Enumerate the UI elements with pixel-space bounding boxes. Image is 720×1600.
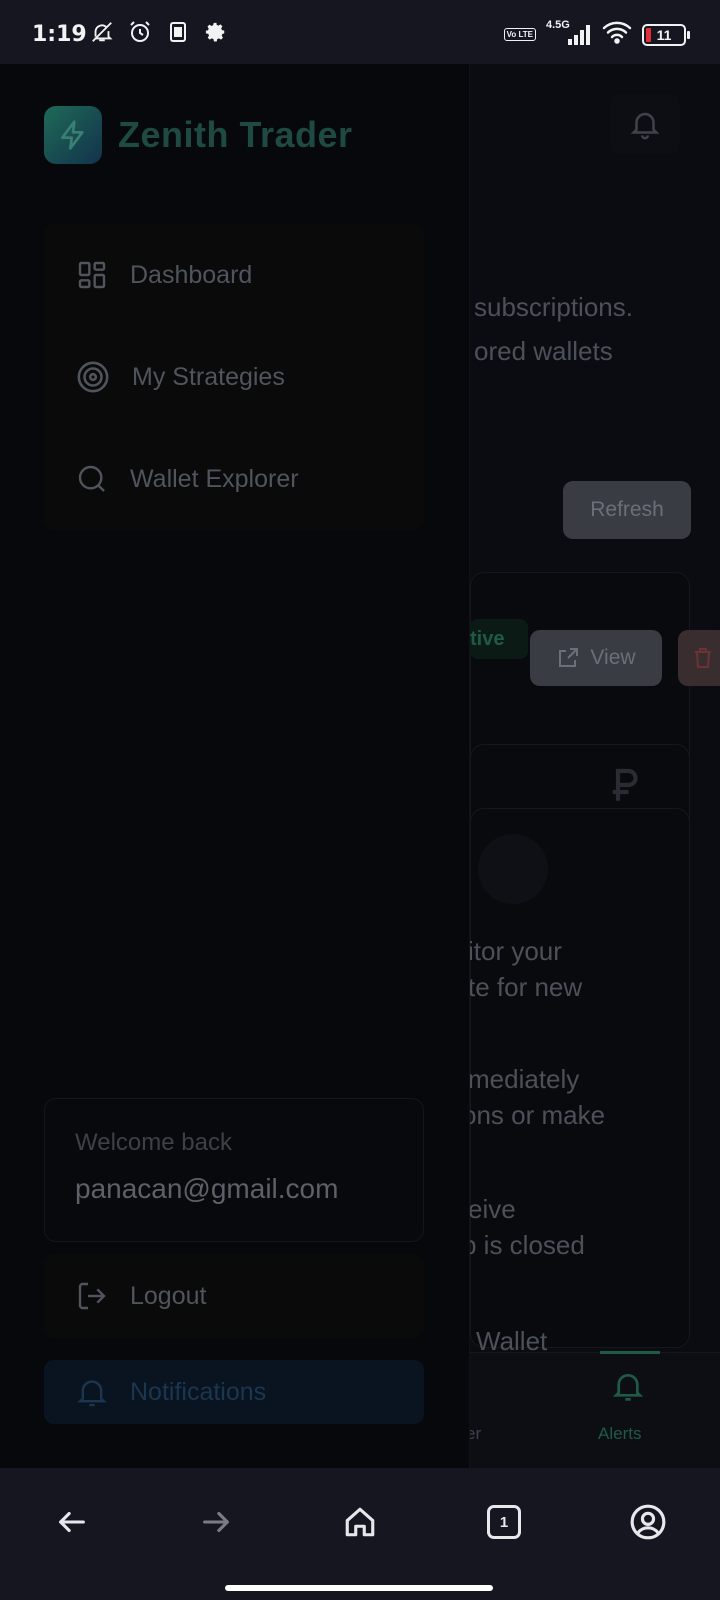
profile-button[interactable] xyxy=(626,1500,670,1544)
brand-name: Zenith Trader xyxy=(118,114,353,155)
status-time: 1:19 xyxy=(32,22,87,47)
bg-view-label: View xyxy=(590,646,636,669)
menu-item-wallet-explorer[interactable]: Wallet Explorer xyxy=(44,428,424,530)
alarm-icon xyxy=(128,20,152,44)
menu-item-label: My Strategies xyxy=(132,362,285,391)
home-button[interactable] xyxy=(338,1500,382,1544)
bg-text-line: te for new xyxy=(468,972,583,1002)
trash-icon xyxy=(695,648,711,668)
browser-bottom-bar: 1 xyxy=(0,1468,720,1600)
battery-indicator: 11 xyxy=(642,23,690,46)
forward-button[interactable] xyxy=(194,1500,238,1544)
bg-delete-button xyxy=(678,630,720,686)
bg-text-line: p is closed xyxy=(462,1230,585,1260)
logout-label: Logout xyxy=(130,1281,207,1310)
menu-item-dashboard[interactable]: Dashboard xyxy=(44,224,424,326)
bg-dollar-icon xyxy=(604,764,646,811)
logout-button[interactable]: Logout xyxy=(44,1254,424,1338)
welcome-label: Welcome back xyxy=(75,1129,232,1156)
bell-icon xyxy=(77,1380,107,1407)
sim-icon xyxy=(166,20,190,44)
user-email: panacan@gmail.com xyxy=(75,1173,339,1204)
bg-view-button: View xyxy=(530,630,662,686)
wifi-icon xyxy=(602,20,632,49)
app-logo xyxy=(44,106,102,164)
volte-badge: Vo LTE xyxy=(503,28,536,41)
status-bar: 1:19 Vo LTE 4.5G 11 xyxy=(0,0,720,64)
signal-icon: 4.5G xyxy=(546,19,592,47)
navigation-drawer: Zenith Trader Dashboard My Strategies Wa… xyxy=(0,64,470,1468)
bg-nav-alerts-label: Alerts xyxy=(598,1424,642,1443)
bg-refresh-button: Refresh xyxy=(563,481,691,539)
arrow-left-icon xyxy=(59,1511,85,1533)
bg-bottom-nav xyxy=(470,1352,720,1468)
account-icon xyxy=(630,1504,666,1540)
back-button[interactable] xyxy=(50,1500,94,1544)
home-icon xyxy=(345,1507,375,1537)
logout-icon xyxy=(78,1282,106,1310)
drawer-menu: Dashboard My Strategies Wallet Explorer xyxy=(44,224,424,530)
bg-avatar xyxy=(478,834,548,904)
bg-text-line: subscriptions. xyxy=(474,292,633,322)
bg-text-line: itor your xyxy=(468,936,562,966)
mute-bell-icon xyxy=(90,20,114,44)
lightning-icon xyxy=(61,120,84,150)
target-icon xyxy=(77,361,109,393)
gesture-home-indicator[interactable] xyxy=(225,1585,493,1591)
tabs-button[interactable]: 1 xyxy=(482,1500,526,1544)
bg-bell-button xyxy=(610,94,680,154)
notifications-button[interactable]: Notifications xyxy=(44,1360,424,1424)
search-icon xyxy=(78,465,105,492)
menu-item-label: Dashboard xyxy=(130,260,253,289)
bg-text-line: mediately xyxy=(468,1064,580,1094)
menu-item-my-strategies[interactable]: My Strategies xyxy=(44,326,424,428)
bg-active-badge: tive xyxy=(470,619,528,659)
tab-count: 1 xyxy=(487,1505,521,1539)
grid-icon xyxy=(78,261,106,289)
external-link-icon xyxy=(559,648,579,667)
bg-active-tab-indicator xyxy=(600,1351,660,1354)
battery-level: 11 xyxy=(656,26,672,43)
menu-item-label: Wallet Explorer xyxy=(130,464,299,493)
bg-text-line: ored wallets xyxy=(474,336,613,366)
arrow-right-icon xyxy=(203,1511,229,1533)
settings-gear-icon xyxy=(204,20,228,44)
bg-text-line: eive xyxy=(468,1194,516,1224)
bg-text-line: ons or make xyxy=(462,1100,606,1130)
notifications-label: Notifications xyxy=(130,1377,267,1406)
user-card: Welcome back panacan@gmail.com xyxy=(44,1098,424,1242)
bg-alerts-bell-icon xyxy=(612,1368,644,1409)
